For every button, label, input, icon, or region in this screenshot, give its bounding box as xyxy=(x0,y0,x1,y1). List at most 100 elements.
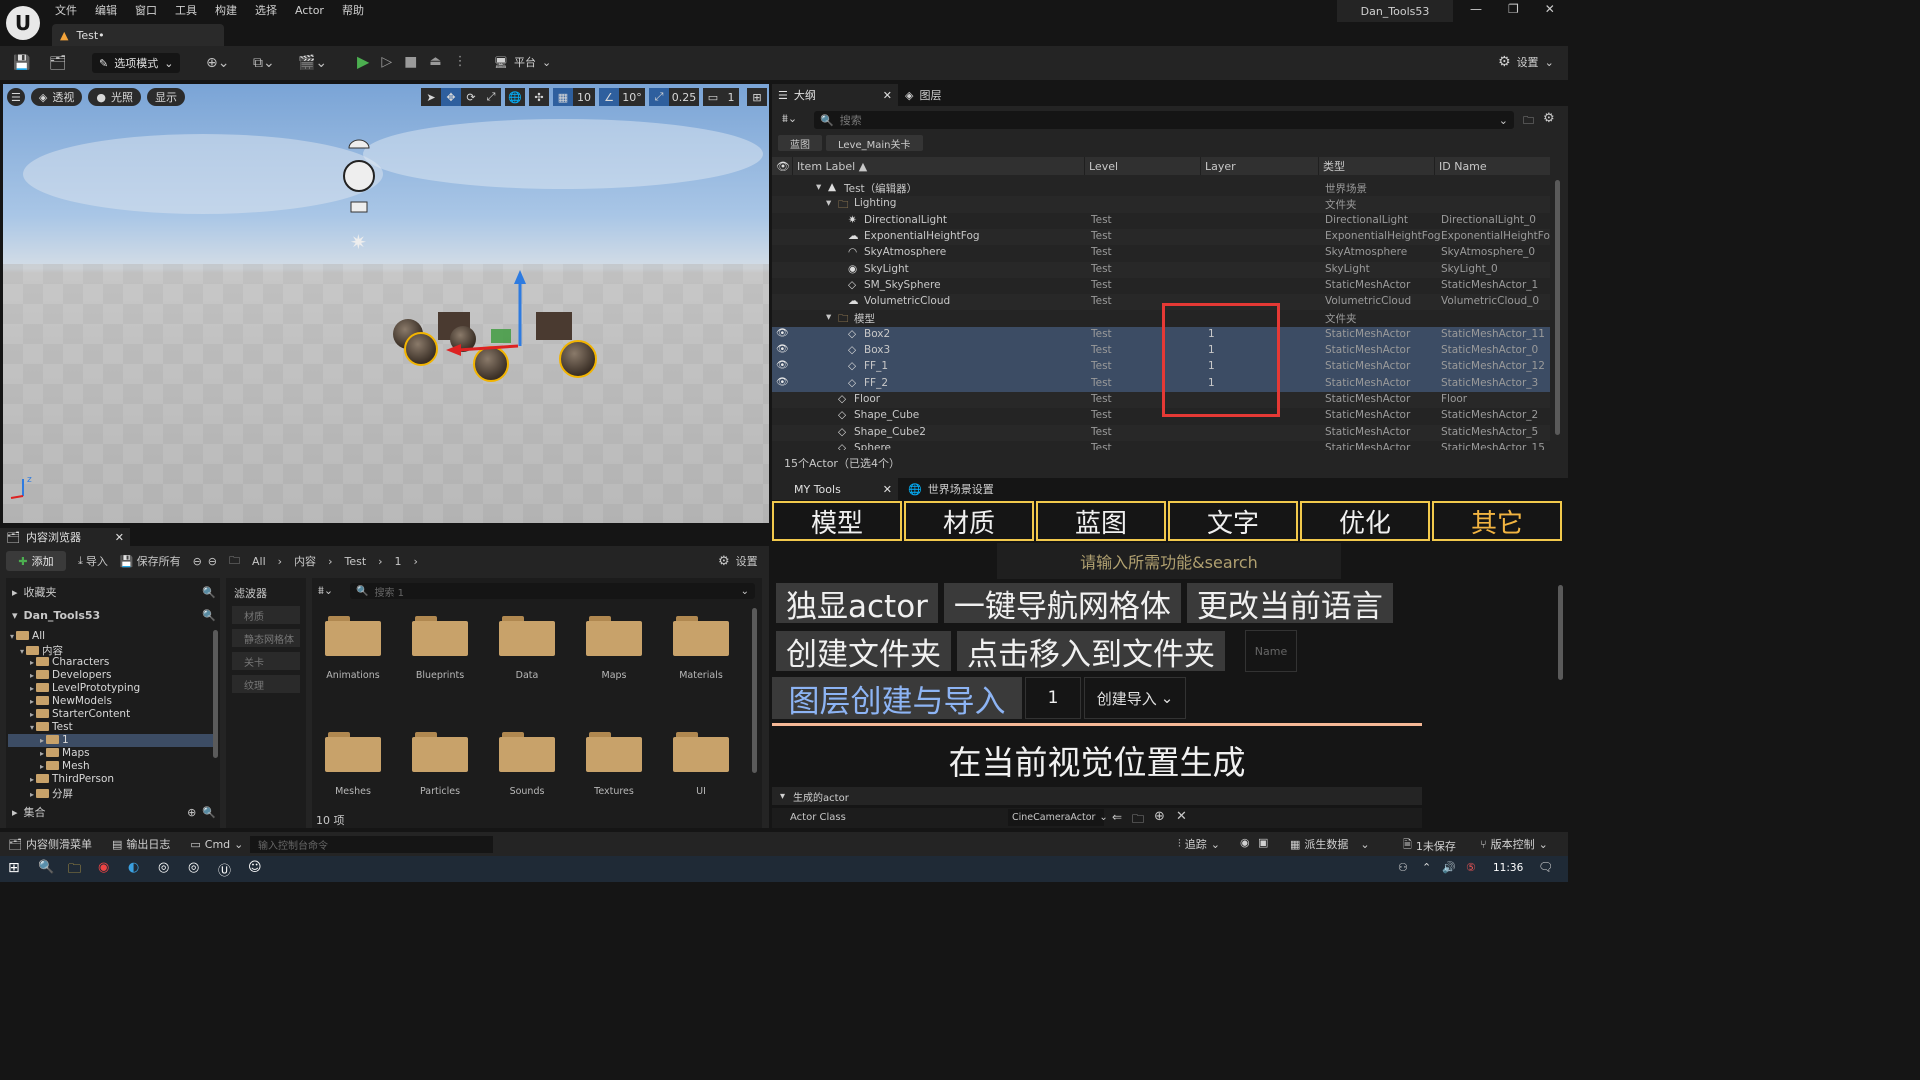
tree-item[interactable]: ▸ Characters xyxy=(8,656,218,669)
search-icon[interactable]: 🔍 xyxy=(202,609,216,622)
menu-item[interactable]: 编辑 xyxy=(95,2,117,18)
breadcrumb-all[interactable]: All xyxy=(252,555,266,568)
blueprint-icon[interactable]: ⧉⌄ xyxy=(253,55,275,71)
expand-arrow-icon[interactable]: ▾ xyxy=(826,197,831,209)
expand-arrow-icon[interactable]: ▸ xyxy=(30,697,34,706)
navmesh-button[interactable]: 一键导航网格体 xyxy=(943,583,1181,625)
derived-data-button[interactable]: ▦ 派生数据 ⌄ xyxy=(1290,836,1370,852)
outliner-row[interactable]: ✷ DirectionalLight Test DirectionalLight Dir… xyxy=(772,213,1550,229)
filter-icon[interactable]: ⩩⌄ xyxy=(782,112,797,126)
translate-tool-icon[interactable]: ✥ xyxy=(441,88,461,106)
expand-arrow-icon[interactable]: ▾ xyxy=(20,647,24,656)
outliner-row[interactable]: ☁ ExponentialHeightFog Test ExponentialHeig… xyxy=(772,228,1550,246)
filter-texture[interactable]: 纹理 xyxy=(232,675,300,693)
grid-value[interactable]: 10 xyxy=(573,88,595,106)
directional-light-icon[interactable]: ✷ xyxy=(350,230,367,254)
use-selected-icon[interactable]: ⇐ xyxy=(1112,810,1122,824)
tree-item[interactable]: ▸ Mesh xyxy=(8,760,218,773)
create-import-dropdown[interactable]: 创建导入 ⌄ xyxy=(1084,677,1186,719)
scale-tool-icon[interactable]: ⤢ xyxy=(481,88,501,106)
mytools-scrollbar[interactable] xyxy=(1558,585,1563,680)
breadcrumb-content[interactable]: 内容 xyxy=(294,553,316,569)
visibility-eye-icon[interactable]: 👁 xyxy=(776,360,789,371)
asset-folder[interactable]: Sounds xyxy=(484,732,570,797)
expand-arrow-icon[interactable]: ▸ xyxy=(30,790,34,799)
viewport-scene[interactable]: ✷ z xyxy=(3,84,769,523)
solo-actor-button[interactable]: 独显actor xyxy=(776,583,938,625)
chrome-icon[interactable]: ◉ xyxy=(98,860,109,875)
scale-snap-icon[interactable]: ⤢ xyxy=(649,88,669,106)
record-icon[interactable]: ◉ xyxy=(1240,836,1250,849)
outliner-row[interactable]: ▾ 🗀 Lighting 文件夹 xyxy=(772,196,1550,213)
minimize-icon[interactable]: — xyxy=(1470,2,1482,16)
move-to-folder-button[interactable]: 点击移入到文件夹 xyxy=(957,631,1225,673)
menu-item[interactable]: 选择 xyxy=(255,2,277,18)
app-icon[interactable]: ☺ xyxy=(248,860,262,875)
asset-folder[interactable]: UI xyxy=(658,732,744,797)
volume-icon[interactable]: 🔊 xyxy=(1442,861,1456,874)
expand-arrow-icon[interactable]: ▾ xyxy=(10,632,14,641)
visibility-eye-icon[interactable]: 👁 xyxy=(776,377,789,388)
collections-section[interactable]: ▸ 集合 ⊕ 🔍 xyxy=(12,804,216,820)
file-explorer-icon[interactable]: 🗀 xyxy=(68,860,81,882)
grid-snap-icon[interactable]: ▦ xyxy=(553,88,573,106)
world-space-icon[interactable]: 🌐 xyxy=(505,88,525,106)
change-language-button[interactable]: 更改当前语言 xyxy=(1186,583,1393,625)
close-icon[interactable]: ✕ xyxy=(1545,2,1555,16)
world-settings-tab[interactable]: 🌐 世界场景设置 xyxy=(908,478,994,500)
eject-icon[interactable]: ⏏ xyxy=(429,54,441,69)
outliner-row[interactable]: ◇ Shape_Cube Test StaticMeshActor StaticMesh… xyxy=(772,408,1550,424)
perspective-button[interactable]: ◈ 透视 xyxy=(30,88,83,106)
show-button[interactable]: 显示 xyxy=(146,88,185,106)
cmd-button[interactable]: ▭ Cmd ⌄ xyxy=(190,838,243,851)
tray-app-icon[interactable]: ⑤ xyxy=(1466,861,1476,874)
expand-arrow-icon[interactable]: ▾ xyxy=(826,311,831,323)
step-icon[interactable]: ▷ xyxy=(381,54,392,70)
close-icon[interactable]: ✕ xyxy=(883,483,892,496)
back-icon[interactable]: ⊖ xyxy=(193,555,202,568)
search-icon[interactable]: 🔍 xyxy=(202,586,216,599)
select-tool-icon[interactable]: ➤ xyxy=(421,88,441,106)
platform-button[interactable]: 🖥 平台 ⌄ xyxy=(494,54,551,70)
menu-item[interactable]: 工具 xyxy=(175,2,197,18)
tree-item[interactable]: ▸ 1 xyxy=(8,734,218,747)
mode-select-button[interactable]: ✎ 选项模式 ⌄ xyxy=(92,53,180,73)
column-level[interactable]: Level xyxy=(1084,157,1200,175)
generated-actor-section[interactable]: ▾ 生成的actor xyxy=(772,787,1422,805)
tree-item[interactable]: ▸ LevelPrototyping xyxy=(8,682,218,695)
tree-item[interactable]: ▾ 内容 xyxy=(8,643,218,657)
angle-snap-icon[interactable]: ∠ xyxy=(599,88,619,106)
sphere-actor-selected[interactable] xyxy=(404,332,438,366)
console-input[interactable]: 输入控制台命令 xyxy=(250,836,493,853)
unreal-logo-icon[interactable]: U xyxy=(6,6,40,40)
breadcrumb-test[interactable]: Test xyxy=(344,555,366,568)
import-button[interactable]: ⤓ 导入 xyxy=(78,553,108,569)
menu-item[interactable]: 构建 xyxy=(215,2,237,18)
outliner-row[interactable]: ◇ Sphere Test StaticMeshActor StaticMeshActo… xyxy=(772,441,1550,450)
document-tab[interactable]: ▲ Test• xyxy=(52,24,224,46)
trace-button[interactable]: ⫶ 追踪 ⌄ xyxy=(1178,836,1220,852)
visibility-eye-icon[interactable]: 👁 xyxy=(776,328,789,339)
expand-arrow-icon[interactable]: ▸ xyxy=(30,684,34,693)
asset-folder[interactable]: Meshes xyxy=(310,732,396,797)
mytools-tab[interactable]: MY Tools ✕ xyxy=(772,478,898,500)
gear-icon[interactable]: ⚙ xyxy=(1543,111,1555,126)
category-text-button[interactable]: 文字 xyxy=(1168,501,1298,541)
layer-create-import-button[interactable]: 图层创建与导入 xyxy=(772,677,1022,720)
asset-search-input[interactable]: 🔍 搜索 1 ⌄ xyxy=(350,583,755,599)
tray-chevron-icon[interactable]: ⌃ xyxy=(1422,861,1431,874)
generate-at-view-button[interactable]: 在当前视觉位置生成 xyxy=(772,737,1422,783)
add-folder-icon[interactable]: 🗀 xyxy=(1523,112,1534,131)
category-blueprint-button[interactable]: 蓝图 xyxy=(1036,501,1166,541)
settings-button[interactable]: ⚙ 设置 ⌄ xyxy=(1498,54,1554,70)
outliner-row[interactable]: ◇ SM_SkySphere Test StaticMeshActor StaticMe… xyxy=(772,278,1550,294)
restore-icon[interactable]: ❐ xyxy=(1508,2,1519,16)
edge-icon[interactable]: ◐ xyxy=(128,860,139,875)
windows-start-icon[interactable]: ⊞ xyxy=(8,860,20,876)
column-id-name[interactable]: ID Name xyxy=(1434,157,1550,175)
asset-folder[interactable]: Materials xyxy=(658,616,744,681)
layer-number-input[interactable]: 1 xyxy=(1025,677,1081,719)
asset-folder[interactable]: Blueprints xyxy=(397,616,483,681)
actor-class-dropdown[interactable]: CineCameraActor ⌄ xyxy=(1008,809,1108,826)
menu-item[interactable]: 帮助 xyxy=(342,2,364,18)
